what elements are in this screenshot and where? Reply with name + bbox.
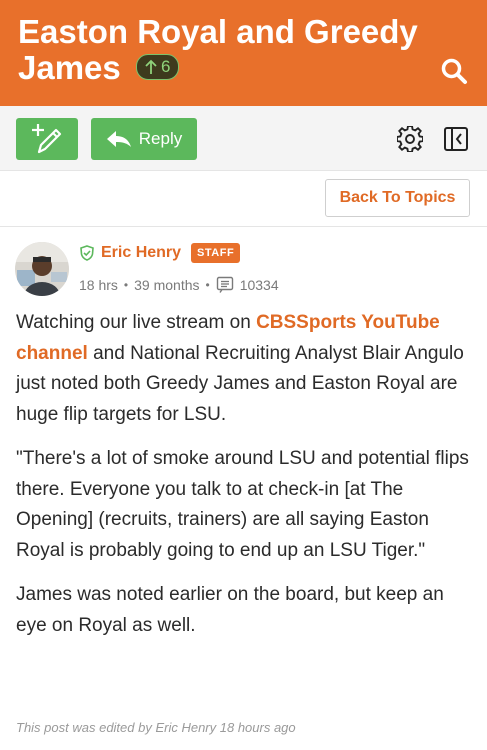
reply-arrow-icon: [106, 131, 131, 147]
post-count: 10334: [239, 277, 279, 293]
post-time[interactable]: 18 hrs: [79, 277, 118, 293]
compose-pencil-icon: [32, 124, 62, 154]
author-row: Eric Henry STAFF: [79, 243, 241, 263]
upvote-count: 6: [160, 57, 171, 77]
post-paragraph: Watching our live stream on CBSSports Yo…: [16, 308, 472, 430]
title-line-1: Easton Royal and Greedy: [18, 13, 418, 50]
post-meta: 18 hrs • 39 months • 10334: [79, 276, 279, 294]
avatar[interactable]: [15, 242, 69, 296]
reply-label: Reply: [138, 129, 183, 148]
gear-icon[interactable]: [397, 126, 423, 152]
shield-check-icon: [80, 245, 94, 261]
upvote-badge[interactable]: 6: [135, 54, 180, 81]
meta-separator: •: [123, 278, 129, 292]
divider: [0, 170, 487, 171]
arrow-up-icon: [145, 60, 157, 75]
post-count-icon: [216, 276, 233, 293]
back-to-topics-button[interactable]: Back To Topics: [325, 179, 470, 217]
post-paragraph: James was noted earlier on the board, bu…: [16, 584, 444, 636]
post-text: Watching our live stream on: [16, 312, 257, 333]
meta-separator: •: [205, 278, 210, 292]
search-icon[interactable]: [440, 57, 468, 85]
divider: [0, 226, 487, 227]
topic-title: Easton Royal and Greedy James 6: [18, 14, 438, 86]
post-paragraph: "There's a lot of smoke around LSU and p…: [16, 448, 469, 561]
title-line-2: James: [18, 49, 121, 86]
member-tenure: 39 months: [134, 277, 200, 293]
staff-badge: STAFF: [191, 243, 241, 263]
reply-button[interactable]: Reply: [91, 118, 197, 160]
author-name[interactable]: Eric Henry: [101, 244, 181, 262]
edited-note: This post was edited by Eric Henry 18 ho…: [16, 720, 296, 735]
new-post-button[interactable]: [16, 118, 78, 160]
collapse-panel-icon[interactable]: [443, 126, 469, 152]
post-body: Watching our live stream on CBSSports Yo…: [16, 308, 472, 655]
